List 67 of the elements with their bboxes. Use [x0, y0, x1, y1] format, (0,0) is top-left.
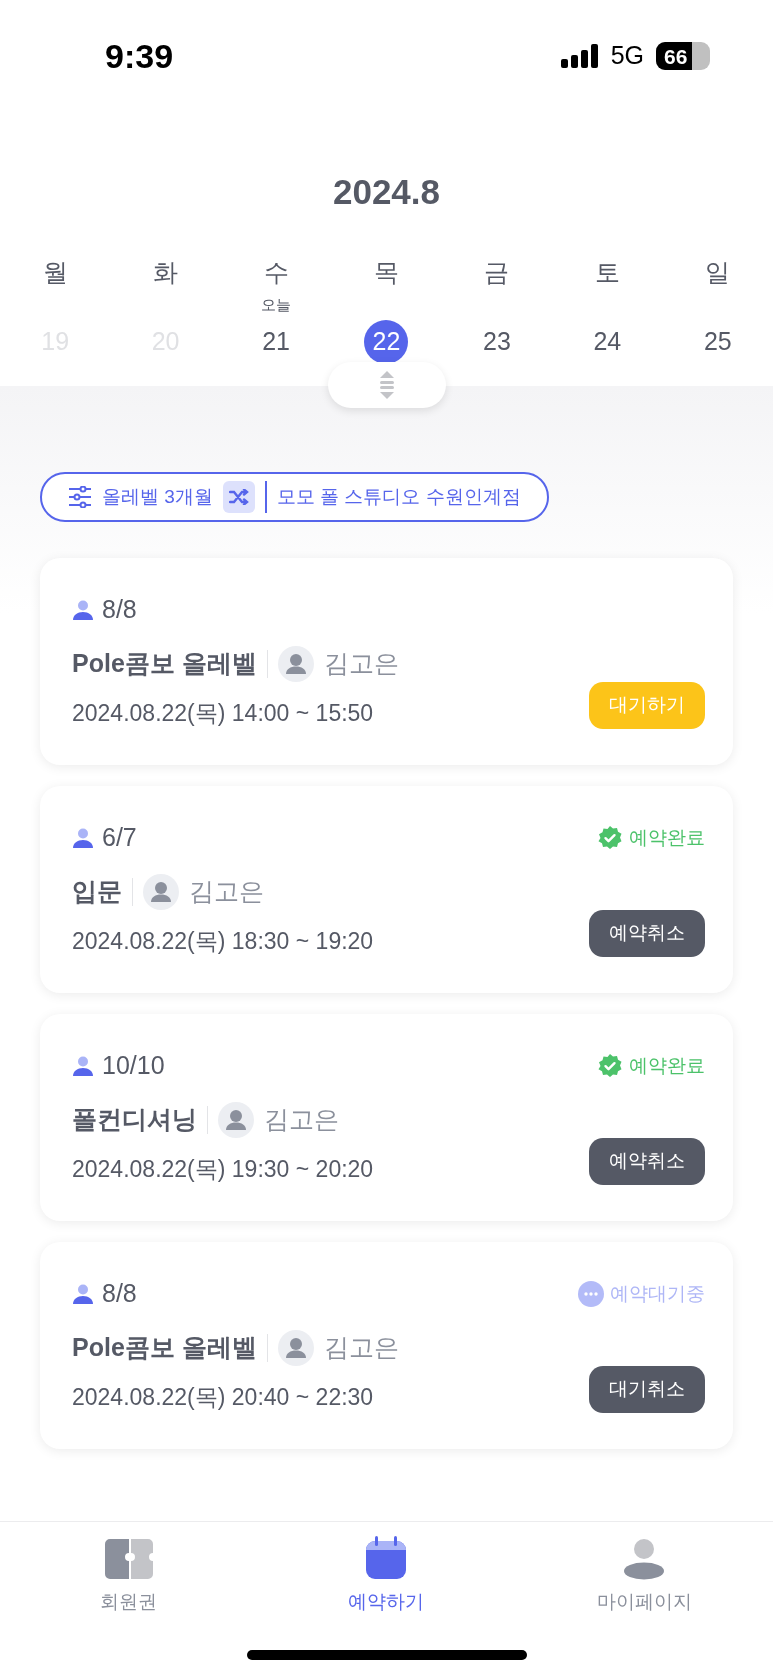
- class-datetime: 2024.08.22(목) 20:40 ~ 22:30: [72, 1383, 375, 1412]
- weekday-label: 월: [42, 257, 68, 288]
- action-button[interactable]: 대기취소: [589, 1365, 705, 1413]
- status-time: 9:39: [105, 35, 174, 77]
- class-title: 폴컨디셔닝: [72, 1104, 197, 1136]
- status-label: 예약완료: [629, 1053, 705, 1078]
- ticket-icon[interactable]: [103, 1538, 154, 1580]
- filter-chip[interactable]: 올레벨 3개월 모모 폴 스튜디오 수원인계점: [40, 472, 549, 522]
- capacity-count: 10/10: [102, 1050, 165, 1082]
- person-icon: [72, 599, 94, 621]
- weekday-label: 금: [484, 257, 510, 288]
- class-card[interactable]: 8/8 예약대기중 Pole콤보 올레벨 김고은 2024.08.22(목) 20:40 ~ 22:30 대기취소: [40, 1242, 733, 1449]
- instructor-name: 김고은: [323, 648, 399, 680]
- capacity-count: 8/8: [102, 1278, 137, 1310]
- weekday-label: 화: [153, 257, 179, 288]
- shuffle-icon: [228, 489, 249, 505]
- class-datetime: 2024.08.22(목) 14:00 ~ 15:50: [72, 699, 375, 728]
- person-icon: [72, 827, 94, 849]
- profile-icon[interactable]: [623, 1538, 666, 1580]
- network-label: 5G: [610, 40, 644, 72]
- weekday-label: 목: [374, 257, 399, 288]
- status-label: 예약완료: [629, 825, 705, 850]
- class-title: Pole콤보 올레벨: [72, 1332, 257, 1364]
- class-card[interactable]: 10/10 예약완료 폴컨디셔닝 김고은 2024.08.22(목) 19:30 ~ 20:20 예약취소: [40, 1014, 733, 1221]
- pass-label: 올레벨 3개월: [102, 484, 213, 509]
- check-badge-icon: [597, 1053, 623, 1079]
- avatar-icon: [277, 1330, 314, 1366]
- avatar-icon: [143, 874, 179, 910]
- action-button[interactable]: 예약취소: [589, 1137, 705, 1185]
- avatar-icon: [218, 1102, 254, 1138]
- month-title: 2024.8: [332, 170, 441, 213]
- capacity-count: 6/7: [102, 822, 137, 854]
- sliders-icon: [68, 486, 92, 508]
- class-title: 입문: [72, 876, 122, 908]
- weekday-label: 일: [705, 257, 731, 288]
- person-icon: [72, 1283, 94, 1305]
- class-datetime: 2024.08.22(목) 19:30 ~ 20:20: [72, 1155, 374, 1184]
- capacity-count: 8/8: [102, 594, 137, 626]
- instructor-name: 김고은: [264, 1104, 339, 1136]
- nav-tab[interactable]: 예약하기: [257, 1536, 516, 1617]
- status-label: 예약대기중: [610, 1281, 705, 1306]
- weekday-label: 수: [263, 257, 289, 288]
- avatar-icon: [277, 646, 314, 682]
- expand-icon: [378, 370, 395, 400]
- action-button[interactable]: 예약취소: [589, 909, 705, 957]
- shuffle-button[interactable]: [222, 481, 255, 513]
- person-icon: [72, 1055, 94, 1077]
- class-datetime: 2024.08.22(목) 18:30 ~ 19:20: [72, 927, 374, 956]
- class-card[interactable]: 8/8 Pole콤보 올레벨 김고은 2024.08.22(목) 14:00 ~ 15:50 대기하기: [40, 558, 733, 765]
- date-button[interactable]: 25: [695, 320, 740, 364]
- date-button[interactable]: 22: [364, 320, 409, 364]
- expand-handle[interactable]: [327, 362, 446, 408]
- check-badge-icon: [597, 825, 623, 851]
- weekday-label: 토: [594, 257, 620, 288]
- battery-indicator: 66: [656, 42, 710, 70]
- class-title: Pole콤보 올레벨: [72, 648, 257, 680]
- studio-label: 모모 폴 스튜디오 수원인계점: [276, 484, 521, 509]
- signal-icon: [560, 44, 599, 68]
- class-card[interactable]: 6/7 예약완료 입문 김고은 2024.08.22(목) 18:30 ~ 19:20 예약취소: [40, 786, 733, 993]
- date-button[interactable]: 21: [254, 320, 299, 364]
- instructor-name: 김고은: [323, 1332, 399, 1364]
- today-label: 오늘: [261, 294, 292, 315]
- calendar-icon[interactable]: [365, 1536, 408, 1580]
- instructor-name: 김고은: [189, 876, 264, 908]
- date-button[interactable]: 24: [585, 320, 630, 364]
- date-button[interactable]: 23: [474, 320, 519, 364]
- more-icon: [578, 1281, 604, 1307]
